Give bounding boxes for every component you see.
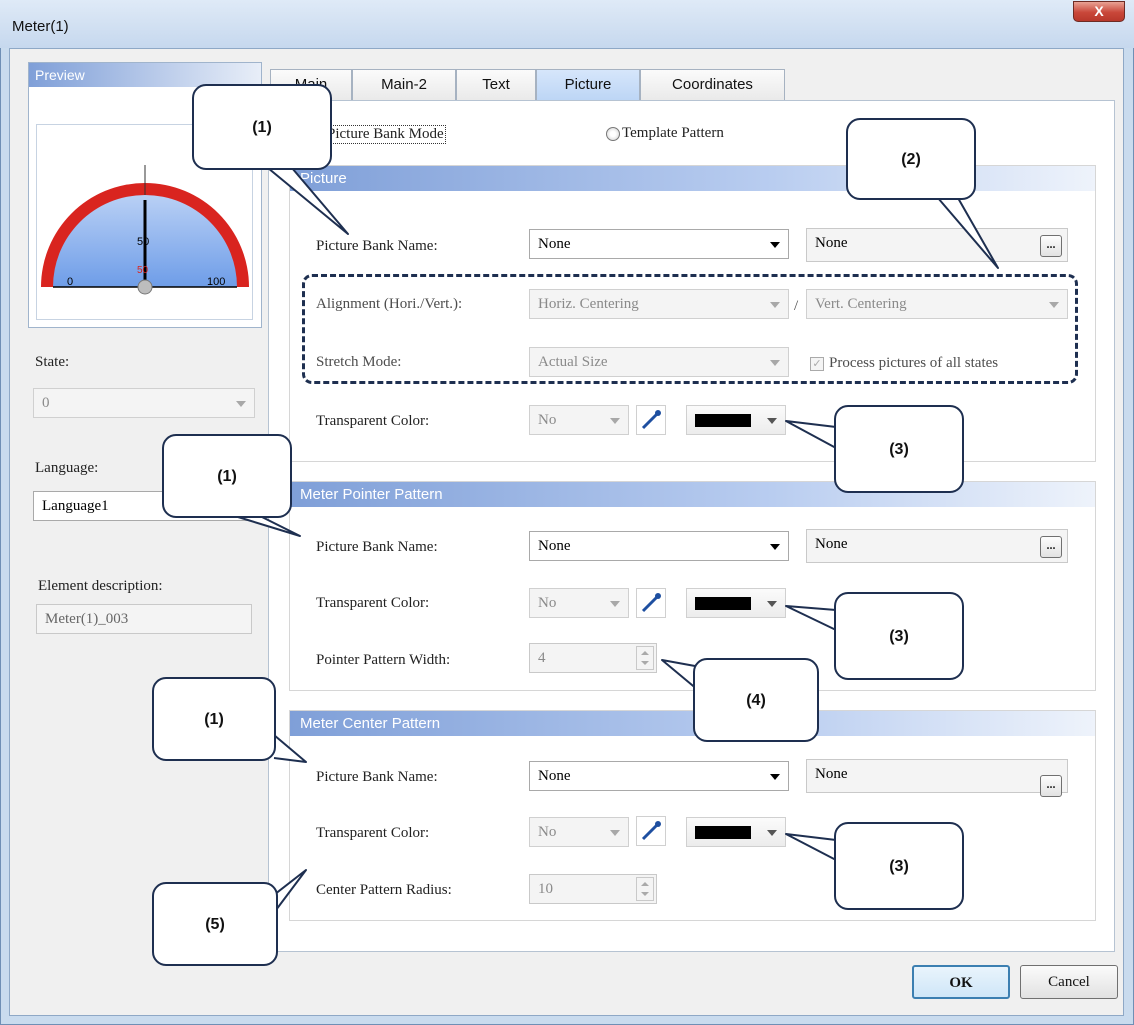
callout-1a-tail <box>267 167 349 235</box>
callout-1b-tail <box>237 516 301 537</box>
callout-1a: (1) <box>192 84 332 170</box>
callout-3a: (3) <box>834 405 964 493</box>
callout-5: (5) <box>152 882 278 966</box>
callout-2: (2) <box>846 118 976 200</box>
callout-1b: (1) <box>162 434 292 518</box>
callout-3c-tail <box>785 833 837 861</box>
callout-1c: (1) <box>152 677 276 761</box>
callout-1c-tail <box>273 734 307 763</box>
callout-4: (4) <box>693 658 819 742</box>
callout-2-tail <box>937 197 999 269</box>
callout-3b-tail <box>785 605 837 631</box>
callout-3b: (3) <box>834 592 964 680</box>
callout-3c: (3) <box>834 822 964 910</box>
callout-3a-tail <box>785 420 837 449</box>
